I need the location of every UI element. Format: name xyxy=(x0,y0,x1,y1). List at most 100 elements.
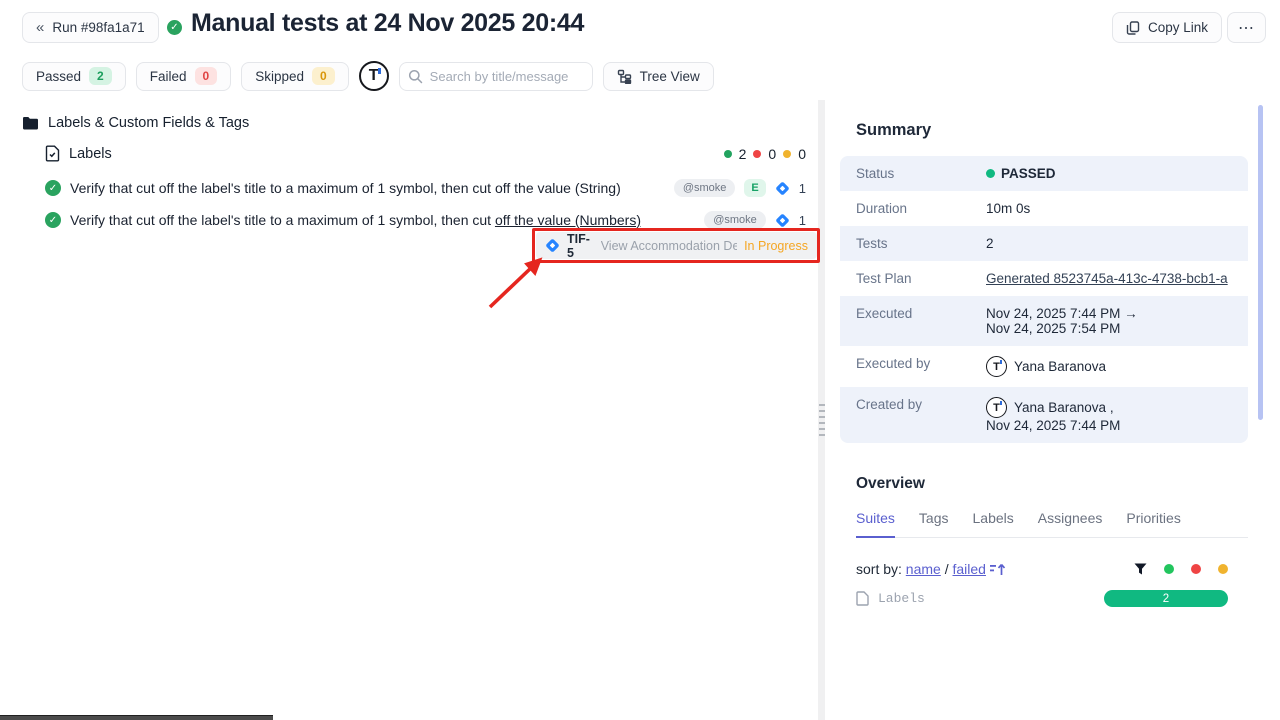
suite-counts: 2 0 0 xyxy=(724,146,806,162)
created-by-name: Yana Baranova , xyxy=(1014,400,1114,415)
tree-folder-row[interactable]: Labels & Custom Fields & Tags xyxy=(22,115,249,131)
divider-grip-handle[interactable] xyxy=(819,404,825,436)
filter-skipped-label: Skipped xyxy=(255,69,304,84)
suite-skipped-count: 0 xyxy=(798,146,806,162)
jira-issue-icon[interactable] xyxy=(775,181,790,196)
duration-label: Duration xyxy=(840,191,986,226)
back-chevrons-icon: « xyxy=(36,19,44,36)
issue-count: 1 xyxy=(799,213,806,228)
created-by-label: Created by xyxy=(840,387,986,443)
sort-separator: / xyxy=(945,561,949,577)
summary-row-executed-by: Executed by Yana Baranova xyxy=(840,346,1248,387)
tree-view-icon xyxy=(617,69,632,84)
filter-passed-button[interactable]: Passed 2 xyxy=(22,62,126,91)
summary-row-executed: Executed Nov 24, 2025 7:44 PM → Nov 24, … xyxy=(840,296,1248,346)
sidebar-scrollbar-thumb[interactable] xyxy=(1258,105,1263,420)
status-text: PASSED xyxy=(1001,166,1056,181)
filter-funnel-icon[interactable] xyxy=(1134,563,1147,575)
overview-heading: Overview xyxy=(856,475,925,493)
executed-label: Executed xyxy=(840,296,986,346)
assignee-avatar[interactable] xyxy=(359,61,389,91)
skipped-count-badge: 0 xyxy=(312,67,335,85)
passed-count-badge: 2 xyxy=(89,67,112,85)
tab-tags[interactable]: Tags xyxy=(919,510,949,526)
status-value: PASSED xyxy=(986,156,1064,191)
suite-passed-count: 2 xyxy=(739,146,747,162)
tree-view-button[interactable]: Tree View xyxy=(603,62,714,91)
environment-badge[interactable]: E xyxy=(744,179,765,197)
summary-table: Status PASSED Duration 10m 0s Tests 2 Te… xyxy=(840,156,1248,443)
tag-badge[interactable]: @smoke xyxy=(674,179,736,197)
suite-name: Labels xyxy=(69,146,112,162)
overview-tabs: Suites Tags Labels Assignees Priorities xyxy=(856,510,1248,538)
issue-status-badge: In Progress xyxy=(744,239,808,253)
tab-labels[interactable]: Labels xyxy=(973,510,1014,526)
sort-direction-icon[interactable] xyxy=(990,563,1006,576)
test-plan-link[interactable]: Generated 8523745a-413c-4738-bcb1-a xyxy=(986,271,1228,286)
test-row[interactable]: ✓ Verify that cut off the label's title … xyxy=(45,211,806,229)
tree-suite-row[interactable]: Labels 2 0 0 xyxy=(45,145,806,162)
filter-skipped-button[interactable]: Skipped 0 xyxy=(241,62,348,91)
search-icon xyxy=(408,69,423,84)
test-passed-check-icon: ✓ xyxy=(45,212,61,228)
jira-issue-icon[interactable] xyxy=(775,213,790,228)
tab-suites[interactable]: Suites xyxy=(856,510,895,526)
executed-by-value: Yana Baranova xyxy=(986,346,1114,387)
test-plan-label: Test Plan xyxy=(840,261,986,296)
summary-row-tests: Tests 2 xyxy=(840,226,1248,261)
test-title[interactable]: Verify that cut off the label's title to… xyxy=(70,212,641,228)
folder-name: Labels & Custom Fields & Tags xyxy=(48,115,249,131)
tests-label: Tests xyxy=(840,226,986,261)
page-title: Manual tests at 24 Nov 2025 20:44 xyxy=(191,9,584,38)
filter-failed-label: Failed xyxy=(150,69,187,84)
file-icon xyxy=(856,591,869,606)
executed-value: Nov 24, 2025 7:44 PM → Nov 24, 2025 7:54… xyxy=(986,296,1146,346)
legend-passed-dot-icon xyxy=(1164,564,1174,574)
search-input[interactable] xyxy=(399,62,593,91)
test-title[interactable]: Verify that cut off the label's title to… xyxy=(70,180,621,196)
summary-row-created-by: Created by Yana Baranova , Nov 24, 2025 … xyxy=(840,387,1248,443)
copy-link-label: Copy Link xyxy=(1148,20,1208,35)
bottom-scrollbar-thumb[interactable] xyxy=(0,715,273,720)
jira-issue-icon xyxy=(545,238,560,253)
skipped-dot-icon xyxy=(783,150,791,158)
legend-failed-dot-icon xyxy=(1191,564,1201,574)
tag-badge[interactable]: @smoke xyxy=(704,211,766,229)
failed-dot-icon xyxy=(753,150,761,158)
duration-value: 10m 0s xyxy=(986,191,1038,226)
user-avatar-icon xyxy=(986,356,1007,377)
executed-by-label: Executed by xyxy=(840,346,986,387)
created-by-value: Yana Baranova , Nov 24, 2025 7:44 PM xyxy=(986,387,1128,443)
summary-row-duration: Duration 10m 0s xyxy=(840,191,1248,226)
tab-priorities[interactable]: Priorities xyxy=(1126,510,1180,526)
summary-heading: Summary xyxy=(856,121,931,140)
suite-doc-check-icon xyxy=(45,145,60,162)
test-row[interactable]: ✓ Verify that cut off the label's title … xyxy=(45,179,806,197)
status-dot-icon xyxy=(986,169,995,178)
filter-bar: Passed 2 Failed 0 Skipped 0 Tree View xyxy=(22,61,714,91)
passed-progress-bar[interactable]: 2 xyxy=(1104,590,1228,607)
issue-title: View Accommodation Det... xyxy=(601,239,737,253)
run-passed-check-icon: ✓ xyxy=(167,20,182,35)
suite-failed-count: 0 xyxy=(768,146,776,162)
overview-suite-row[interactable]: Labels 2 xyxy=(856,590,1228,607)
sort-by-failed-link[interactable]: failed xyxy=(953,561,986,577)
filter-failed-button[interactable]: Failed 0 xyxy=(136,62,231,91)
sort-controls: sort by: name / failed xyxy=(856,561,1228,577)
back-to-run-button[interactable]: « Run #98fa1a71 xyxy=(22,12,159,43)
status-label: Status xyxy=(840,156,986,191)
filter-passed-label: Passed xyxy=(36,69,81,84)
created-by-date: Nov 24, 2025 7:44 PM xyxy=(986,418,1120,433)
tab-assignees[interactable]: Assignees xyxy=(1038,510,1103,526)
executed-by-name: Yana Baranova xyxy=(1014,359,1106,374)
folder-icon xyxy=(22,116,39,131)
copy-link-button[interactable]: Copy Link xyxy=(1112,12,1222,43)
sort-by-name-link[interactable]: name xyxy=(906,561,941,577)
more-actions-button[interactable]: ⋯ xyxy=(1227,12,1266,43)
search-box xyxy=(399,62,593,91)
sort-by-label: sort by: xyxy=(856,561,902,577)
copy-icon xyxy=(1126,21,1140,35)
linked-issue-popup[interactable]: TIF-5 View Accommodation Det... In Progr… xyxy=(536,232,817,259)
back-button-label: Run #98fa1a71 xyxy=(52,20,144,35)
legend-skipped-dot-icon xyxy=(1218,564,1228,574)
